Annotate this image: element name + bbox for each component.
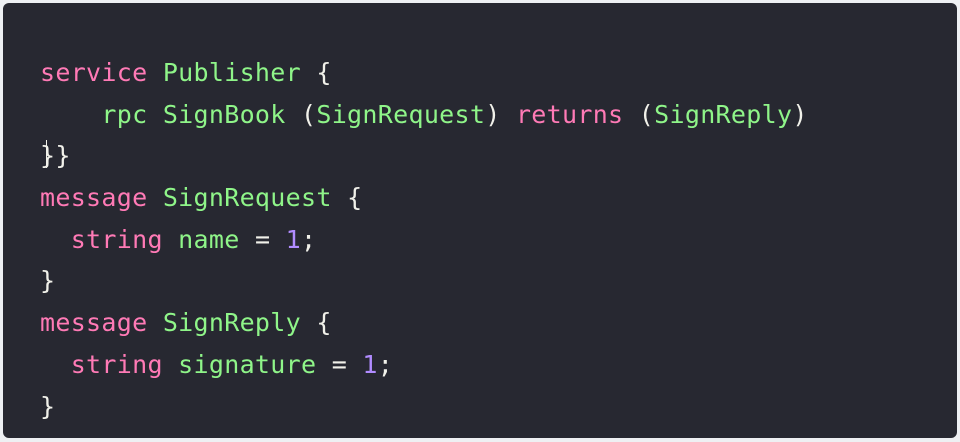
code-line-1: service Publisher { [40,52,808,94]
code-line-4: message SignRequest { [40,177,808,219]
keyword-returns: returns [515,99,624,129]
code-line-2: rpc SignBook (SignRequest) returns (Sign… [40,94,808,136]
open-brace: { [316,308,332,338]
message-name: SignRequest [162,183,332,213]
close-brace-with-cursor: }} [40,135,71,177]
keyword-rpc: rpc [101,99,148,129]
semicolon: ; [301,224,317,254]
close-brace: } [40,266,56,296]
open-brace: { [316,58,332,87]
reply-type: SignReply [654,99,793,129]
open-paren: ( [638,99,655,129]
field-type: string [70,349,163,379]
code-line-3: }} [40,135,808,177]
equals-sign: = [331,349,348,379]
rpc-method-name: SignBook [162,99,286,129]
message-name: SignReply [162,308,301,338]
code-line-6: } [40,260,808,302]
equals-sign: = [254,224,271,254]
field-name: signature [178,349,317,379]
code-line-7: message SignReply { [40,302,808,344]
code-line-8: string signature = 1; [40,344,808,386]
keyword-service: service [40,58,148,87]
keyword-message: message [40,308,148,338]
code-line-9: } [40,386,808,428]
field-name: name [178,224,240,254]
field-number: 1 [285,224,302,254]
code-line-5: string name = 1; [40,219,808,261]
close-paren: ) [792,99,808,129]
open-brace: { [347,183,363,213]
semicolon: ; [377,349,394,379]
service-name: Publisher [162,58,301,87]
close-paren: ) [485,99,501,129]
request-type: SignRequest [316,99,486,129]
code-editor[interactable]: service Publisher { rpc SignBook (SignRe… [3,3,957,438]
open-paren: ( [301,99,317,129]
field-number: 1 [362,349,378,379]
code-block[interactable]: service Publisher { rpc SignBook (SignRe… [40,52,808,427]
field-type: string [70,224,163,254]
keyword-message: message [40,183,148,213]
close-brace: } [40,391,56,421]
